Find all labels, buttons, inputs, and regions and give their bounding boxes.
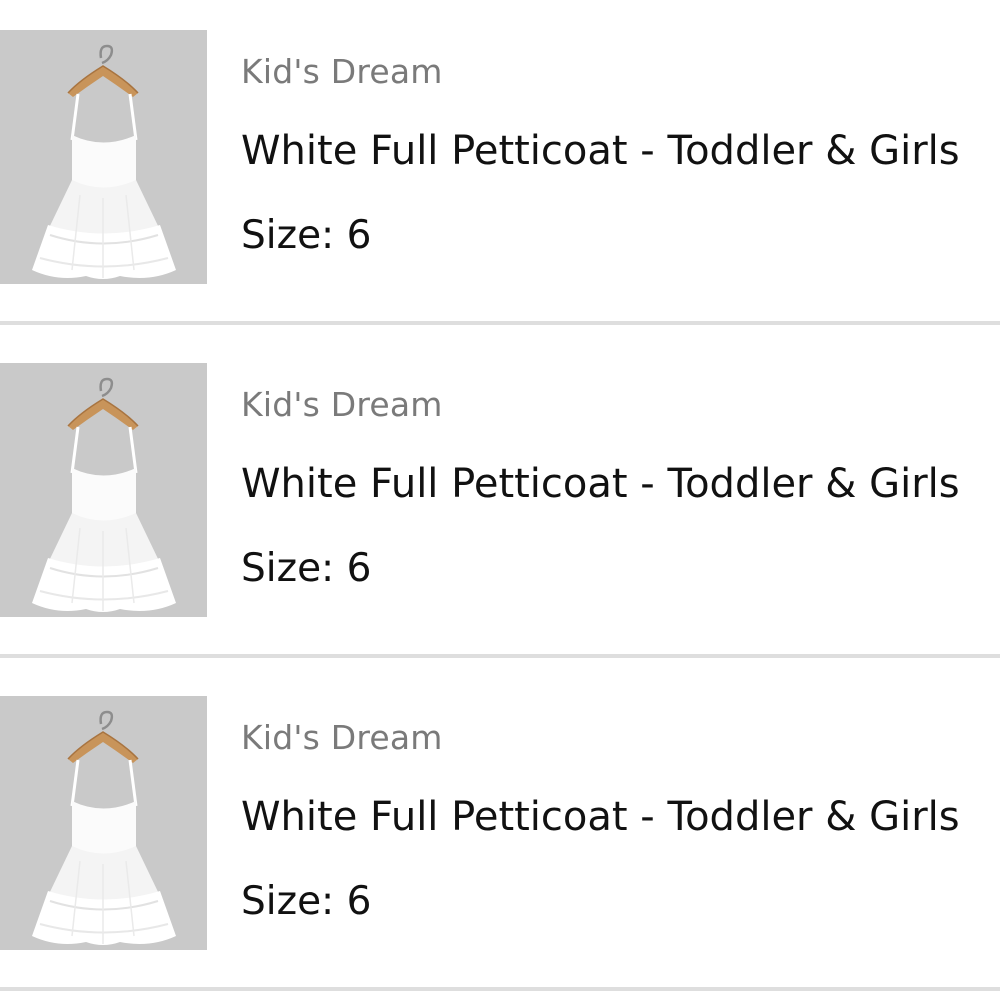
product-image[interactable] — [0, 30, 207, 284]
petticoat-dress-icon — [0, 363, 207, 617]
product-title[interactable]: White Full Petticoat - Toddler & Girls — [241, 461, 960, 507]
product-title[interactable]: White Full Petticoat - Toddler & Girls — [241, 794, 960, 840]
list-item[interactable]: Kid's Dream White Full Petticoat - Toddl… — [0, 0, 1000, 333]
list-item[interactable]: Kid's Dream White Full Petticoat - Toddl… — [0, 333, 1000, 666]
product-size: Size: 6 — [241, 879, 372, 924]
list-item[interactable]: Kid's Dream White Full Petticoat - Toddl… — [0, 666, 1000, 999]
product-list: Kid's Dream White Full Petticoat - Toddl… — [0, 0, 1000, 1000]
product-image[interactable] — [0, 696, 207, 950]
product-size: Size: 6 — [241, 546, 372, 591]
row-divider — [0, 654, 1000, 658]
product-image[interactable] — [0, 363, 207, 617]
row-divider — [0, 321, 1000, 325]
petticoat-dress-icon — [0, 696, 207, 950]
product-brand: Kid's Dream — [241, 718, 443, 757]
product-title[interactable]: White Full Petticoat - Toddler & Girls — [241, 128, 960, 174]
row-divider — [0, 987, 1000, 991]
product-size: Size: 6 — [241, 213, 372, 258]
product-brand: Kid's Dream — [241, 52, 443, 91]
product-brand: Kid's Dream — [241, 385, 443, 424]
petticoat-dress-icon — [0, 30, 207, 284]
